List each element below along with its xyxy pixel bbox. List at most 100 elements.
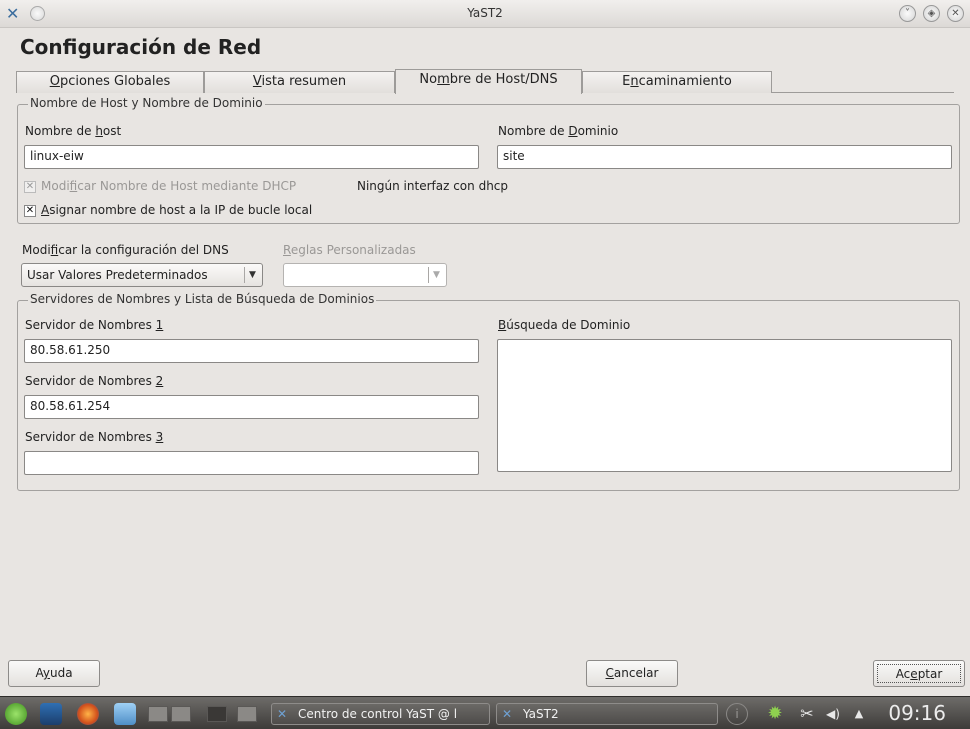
button-text: uda [49, 666, 73, 680]
label-mnemonic: 2 [155, 374, 164, 388]
label-text: Servidor de Nombres [25, 318, 156, 332]
tab-encaminamiento[interactable]: Encaminamiento [582, 71, 772, 93]
loopback-checkbox[interactable]: ✕ [24, 205, 36, 217]
ns2-label: Servidor de Nombres 2 [25, 374, 163, 388]
task-yast-control-center[interactable]: ✕ Centro de control YaST @ l [271, 703, 490, 725]
label-text: Nombre de [498, 124, 569, 138]
hostname-input[interactable]: linux-eiw [24, 145, 479, 169]
klipper-icon[interactable]: ✂ [796, 703, 818, 725]
tab-label: No [419, 72, 438, 87]
tab-vista-resumen[interactable]: Vista resumen [204, 71, 395, 93]
minimize-icon[interactable]: ˅ [899, 5, 916, 22]
focus-ring: Aceptar [877, 664, 961, 683]
loopback-label: Asignar nombre de host a la IP de bucle … [41, 203, 312, 217]
search-domain-textarea[interactable] [497, 339, 952, 472]
ns1-label: Servidor de Nombres 1 [25, 318, 163, 332]
label-text: icar Nombre de Host mediante DHCP [77, 179, 297, 193]
label-text: eglas Personalizadas [290, 243, 416, 257]
ns3-label: Servidor de Nombres 3 [25, 430, 163, 444]
hostname-label: Nombre de host [25, 124, 121, 138]
tab-bar: Opciones Globales Vista resumen Nombre d… [16, 69, 954, 94]
ns1-input[interactable]: 80.58.61.250 [24, 339, 479, 363]
tab-label: ista resumen [261, 74, 347, 89]
button-mnemonic: C [605, 666, 614, 680]
page-title: Configuración de Red [20, 35, 262, 59]
button-text: ptar [917, 667, 943, 681]
label-mnemonic: h [95, 124, 103, 138]
update-applet-icon[interactable]: ✹ [764, 703, 786, 725]
dhcp-note: Ningún interfaz con dhcp [357, 179, 509, 193]
label-text: ost [102, 124, 122, 138]
dns-config-combo[interactable]: Usar Valores Predeterminados ▼ [21, 263, 263, 287]
taskbar: ✕ Centro de control YaST @ l ✕ YaST2 i ✹ ✂… [0, 696, 970, 729]
info-icon[interactable]: i [726, 703, 748, 725]
desktop-pager-4[interactable] [237, 706, 257, 722]
dns-config-label: Modificar la configuración del DNS [22, 243, 229, 257]
close-icon[interactable]: ✕ [947, 5, 964, 22]
ns2-input[interactable]: 80.58.61.254 [24, 395, 479, 419]
domain-label: Nombre de Dominio [498, 124, 618, 138]
tab-mnemonic: m [437, 72, 450, 87]
maximize-icon[interactable]: ◈ [923, 5, 940, 22]
tab-label: pciones Globales [59, 74, 171, 89]
volume-icon[interactable]: ◀) [822, 703, 844, 725]
task-label: Centro de control YaST @ l [298, 707, 458, 721]
domain-input[interactable]: site [497, 145, 952, 169]
host-domain-legend: Nombre de Host y Nombre de Dominio [28, 96, 265, 110]
label-mnemonic: 3 [155, 430, 164, 444]
tab-label: caminamiento [638, 74, 732, 89]
tab-mnemonic: O [49, 74, 60, 89]
tab-nombre-host-dns[interactable]: Nombre de Host/DNS [395, 69, 582, 94]
label-mnemonic: B [498, 318, 507, 332]
button-mnemonic: y [42, 666, 50, 680]
task-label: YaST2 [523, 707, 559, 721]
label-text: Nombre de [25, 124, 96, 138]
desktop-icon[interactable] [40, 703, 62, 725]
desktop-pager-1[interactable] [148, 706, 168, 722]
desktop-pager-2[interactable] [171, 706, 191, 722]
dhcp-hostname-checkbox[interactable]: ✕ [24, 181, 36, 193]
button-text: Ac [895, 667, 911, 681]
task-yast2[interactable]: ✕ YaST2 [496, 703, 718, 725]
chevron-down-icon: ▼ [428, 267, 444, 283]
label-text: Modi [41, 179, 70, 193]
label-mnemonic: A [41, 203, 50, 217]
combo-value: Usar Valores Predeterminados [27, 268, 208, 282]
clock[interactable]: 09:16 [888, 701, 946, 725]
custom-rules-label: Reglas Personalizadas [283, 243, 416, 257]
label-text: Modi [22, 243, 51, 257]
label-text: Servidor de Nombres [25, 430, 156, 444]
label-mnemonic: D [568, 124, 578, 138]
desktop-pager-3[interactable] [207, 706, 227, 722]
button-mnemonic: e [910, 667, 918, 681]
nameservers-legend: Servidores de Nombres y Lista de Búsqued… [28, 292, 377, 306]
cancel-button[interactable]: Cancelar [586, 660, 678, 687]
accept-button[interactable]: Aceptar [873, 660, 965, 687]
label-text: signar nombre de host a la IP de bucle l… [49, 203, 313, 217]
label-text: icar la configuración del DNS [58, 243, 229, 257]
file-manager-icon[interactable] [114, 703, 136, 725]
tab-label: bre de Host/DNS [449, 72, 558, 87]
kickoff-menu-icon[interactable] [5, 703, 27, 725]
label-text: ominio [577, 124, 619, 138]
label-mnemonic: R [283, 243, 291, 257]
tab-mnemonic: V [252, 74, 262, 89]
yast-icon: ✕ [277, 707, 288, 721]
label-mnemonic: 1 [155, 318, 164, 332]
dhcp-hostname-label: Modificar Nombre de Host mediante DHCP [41, 179, 296, 193]
label-text: úsqueda de Dominio [506, 318, 631, 332]
window-title: YaST2 [467, 6, 503, 20]
yast-icon: ✕ [502, 707, 513, 721]
tab-opciones-globales[interactable]: Opciones Globales [16, 71, 204, 93]
help-button[interactable]: Ayuda [8, 660, 100, 687]
custom-rules-combo[interactable]: ▼ [283, 263, 447, 287]
tab-mnemonic: n [630, 74, 639, 89]
label-text: Servidor de Nombres [25, 374, 156, 388]
chevron-down-icon: ▼ [244, 267, 260, 283]
expand-tray-icon[interactable]: ▲ [848, 703, 870, 725]
button-text: A [35, 666, 43, 680]
button-text: ancelar [613, 666, 659, 680]
ns3-input[interactable] [24, 451, 479, 475]
firefox-icon[interactable] [77, 703, 99, 725]
window-titlebar: ✕ YaST2 ˅ ◈ ✕ [0, 0, 970, 28]
